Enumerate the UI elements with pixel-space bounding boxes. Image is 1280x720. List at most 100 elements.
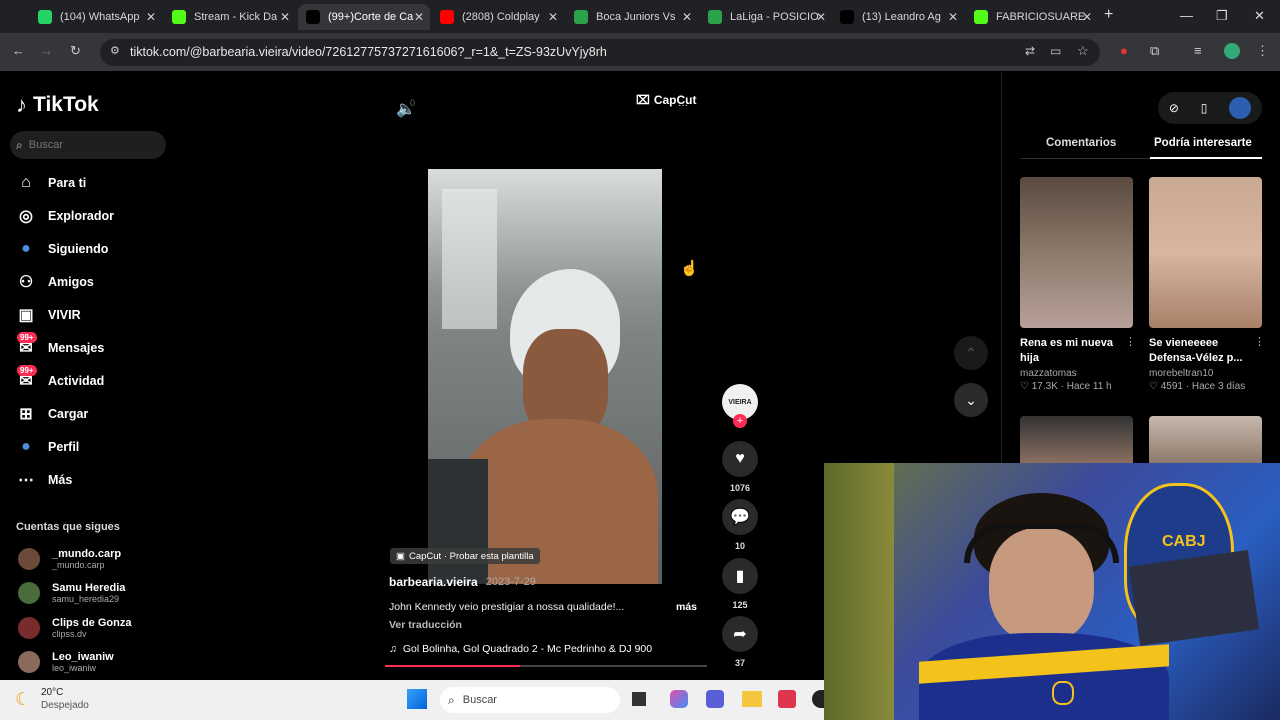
next-video-button[interactable]: ⌄ (954, 383, 988, 417)
card-thumbnail (1020, 177, 1133, 328)
previous-video-button[interactable]: ⌃ (954, 336, 988, 370)
account-handle: _mundo.carp (52, 560, 105, 570)
followed-account[interactable]: Samu Heredia samu_heredia29 (18, 582, 125, 604)
profile-avatar-icon[interactable] (1224, 43, 1240, 59)
sidebar-item[interactable]: ● Siguiendo (16, 239, 108, 259)
new-tab-button[interactable]: + (1104, 6, 1113, 24)
close-tab-icon[interactable]: ✕ (948, 10, 958, 24)
copilot-icon[interactable] (670, 690, 688, 708)
close-tab-icon[interactable]: ✕ (414, 10, 424, 24)
comment-action[interactable]: 💬 10 (722, 499, 758, 551)
maximize-button[interactable]: ❐ (1216, 8, 1228, 24)
cast-icon[interactable]: ▭ (1050, 44, 1061, 58)
file-explorer-icon[interactable] (742, 691, 762, 707)
browser-tab[interactable]: (13) Leandro Ag ✕ (832, 4, 964, 30)
device-icon[interactable]: ▯ (1201, 101, 1208, 115)
browser-tab[interactable]: (99+)Corte de Ca ✕ (298, 4, 430, 30)
close-tab-icon[interactable]: ✕ (548, 10, 558, 24)
video-author[interactable]: barbearia.vieira (389, 575, 478, 589)
browser-tab[interactable]: FABRICIOSUARE ✕ (966, 4, 1098, 30)
flag-text: CABJ (1162, 533, 1206, 550)
browser-tab[interactable]: (104) WhatsApp ✕ (30, 4, 162, 30)
minimize-button[interactable]: — (1180, 8, 1193, 23)
extensions-icon[interactable]: ⧉ (1150, 43, 1159, 59)
recommended-card[interactable]: Se vieneeeee Defensa-Vélez p... morebelt… (1149, 177, 1265, 392)
sidebar-item[interactable]: ✉ 99+ Actividad (16, 365, 104, 391)
followed-account[interactable]: Clips de Gonza clipss.dv (18, 617, 131, 639)
store-icon[interactable] (778, 690, 796, 708)
site-info-icon[interactable]: ⚙ (110, 44, 120, 57)
chrome-menu-icon[interactable]: ⋮ (1256, 43, 1269, 59)
card-thumbnail-partial[interactable] (1020, 416, 1133, 463)
sidebar-item[interactable]: ⊞ Cargar (16, 404, 88, 424)
browser-tab[interactable]: (2808) Coldplay ✕ (432, 4, 564, 30)
media-control-icon[interactable]: ≡ (1194, 43, 1202, 58)
tab-recommended[interactable]: Podría interesarte (1154, 137, 1252, 149)
taskbar-search[interactable]: ⌕ Buscar (440, 687, 620, 713)
sidebar-item[interactable]: ● Perfil (16, 437, 79, 457)
close-tab-icon[interactable]: ✕ (280, 10, 290, 24)
card-author: morebeltran10 (1149, 368, 1214, 379)
sidebar-item[interactable]: ⋯ Más (16, 470, 72, 490)
compass-icon: ◎ (19, 208, 33, 225)
forward-icon[interactable]: → (40, 43, 53, 58)
tiktok-logo[interactable]: ♪ TikTok (16, 92, 99, 118)
sidebar-item[interactable]: ⌂ Para ti (16, 173, 86, 193)
more-link[interactable]: más (676, 601, 697, 613)
app-icon-partial[interactable] (812, 690, 824, 708)
close-window-button[interactable]: ✕ (1254, 8, 1265, 24)
chevron-up-icon: ⌃ (965, 345, 977, 361)
sidebar-item[interactable]: ◎ Explorador (16, 206, 114, 226)
card-options-icon[interactable]: ⋮ (1254, 335, 1265, 348)
recommended-card[interactable]: Rena es mi nueva hija mazzatomas ♡ 17.3K… (1020, 177, 1136, 392)
browser-tab[interactable]: Stream - Kick Da ✕ (164, 4, 296, 30)
search-input[interactable] (28, 139, 149, 151)
close-tab-icon[interactable]: ✕ (682, 10, 692, 24)
close-tab-icon[interactable]: ✕ (1082, 10, 1092, 24)
compass-small-icon[interactable]: ⊘ (1169, 101, 1179, 115)
share-icon[interactable]: ➦ (722, 616, 758, 652)
close-tab-icon[interactable]: ✕ (816, 10, 826, 24)
video-player[interactable] (428, 169, 662, 584)
share-action[interactable]: ➦ 37 (722, 616, 758, 668)
music-row[interactable]: ♫ Gol Bolinha, Gol Quadrado 2 - Mc Pedri… (389, 643, 652, 655)
creator-avatar[interactable]: VIEIRA + (722, 384, 758, 428)
task-view-icon[interactable] (632, 692, 646, 706)
search-box[interactable]: ⌕ (10, 131, 166, 159)
translate-link[interactable]: Ver traducción (389, 619, 462, 631)
progress-track[interactable] (385, 665, 707, 667)
browser-tab[interactable]: Boca Juniors Vs ✕ (566, 4, 698, 30)
close-tab-icon[interactable]: ✕ (146, 10, 156, 24)
activity-icon: ✉ 99+ (16, 365, 37, 391)
card-options-icon[interactable]: ⋮ (1125, 335, 1136, 348)
capcut-template-tag[interactable]: ▣ CapCut · Probar esta plantilla (390, 548, 540, 564)
sidebar-item[interactable]: ✉ 99+ Mensajes (16, 332, 104, 358)
followed-account[interactable]: Leo_iwaniw leo_iwaniw (18, 651, 114, 673)
url-text[interactable]: tiktok.com/@barbearia.vieira/video/72612… (130, 45, 607, 59)
bookmark-icon[interactable]: ▮ (722, 558, 758, 594)
account-name: Samu Heredia (52, 582, 126, 594)
browser-tab[interactable]: LaLiga - POSICIO ✕ (700, 4, 832, 30)
bookmark-star-icon[interactable]: ☆ (1077, 43, 1089, 59)
follow-plus-icon[interactable]: + (733, 414, 747, 428)
user-avatar-icon[interactable] (1229, 97, 1252, 119)
translate-icon[interactable]: ⇄ (1025, 44, 1035, 58)
like-action[interactable]: ♥ 1076 (722, 441, 758, 493)
heart-icon[interactable]: ♥ (722, 441, 758, 477)
sidebar-item[interactable]: ▣ VIVIR (16, 305, 80, 325)
followed-account[interactable]: _mundo.carp _mundo.carp (18, 548, 121, 570)
sidebar-item[interactable]: ⚇ Amigos (16, 272, 94, 292)
sidebar-item-label: Amigos (48, 275, 94, 289)
address-bar[interactable]: ⚙ tiktok.com/@barbearia.vieira/video/726… (100, 39, 1100, 66)
teams-icon[interactable] (706, 690, 724, 708)
windows-start-icon[interactable] (407, 689, 427, 709)
card-thumbnail-partial[interactable] (1149, 416, 1262, 463)
extension-red-icon[interactable]: ● (1120, 43, 1128, 58)
reload-icon[interactable]: ↻ (70, 43, 81, 59)
back-icon[interactable]: ← (12, 43, 25, 58)
save-action[interactable]: ▮ 125 (722, 558, 758, 610)
options-dots-icon[interactable]: ··· (678, 100, 688, 111)
tab-comments[interactable]: Comentarios (1046, 137, 1116, 149)
weather-moon-icon[interactable]: ☾ (15, 689, 31, 710)
comment-icon[interactable]: 💬 (722, 499, 758, 535)
